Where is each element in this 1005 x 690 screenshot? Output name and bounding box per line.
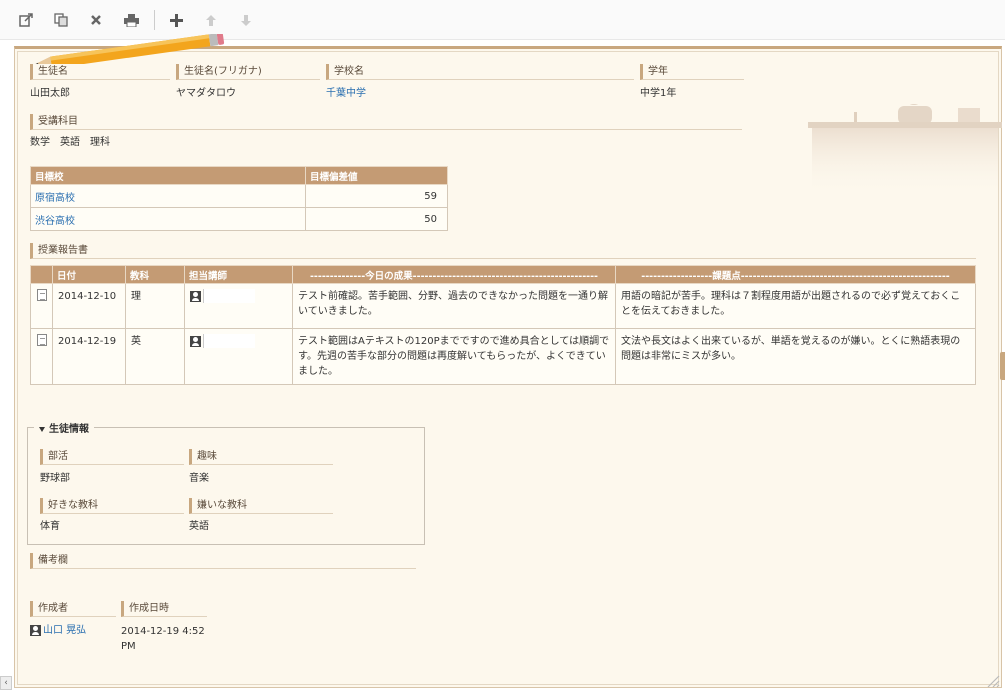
report-date: 2014-12-10 [52, 283, 126, 329]
col-date: 日付 [52, 265, 126, 284]
col-target-score: 目標偏差値 [305, 166, 448, 185]
user-icon [30, 624, 41, 636]
subjects-label: 受講科目 [30, 114, 742, 130]
print-icon[interactable] [121, 10, 141, 30]
col-teacher: 担当講師 [184, 265, 293, 284]
report-subject: 英 [125, 328, 185, 385]
teacher-name-redacted[interactable] [203, 289, 255, 303]
document-icon[interactable] [36, 289, 47, 301]
target-score: 50 [305, 207, 448, 231]
report-subject: 理 [125, 283, 185, 329]
created-at-value: 2014-12-19 4:52 PM [121, 624, 205, 654]
target-school-link[interactable]: 原宿高校 [35, 193, 75, 204]
col-target-school: 目標校 [30, 166, 306, 185]
side-panel-handle[interactable] [1000, 352, 1005, 380]
report-issue: 用語の暗記が苦手。理科は７割程度用語が出題されるので必ず覚えておくことを伝えてお… [615, 283, 976, 329]
col-issue: ------------------課題点-------------------… [615, 265, 976, 284]
remarks-label: 備考欄 [30, 553, 416, 569]
toolbar-separator [154, 10, 155, 30]
user-icon [190, 335, 201, 347]
pencil-icon [33, 34, 225, 64]
move-up-icon[interactable] [201, 10, 221, 30]
author-label: 作成者 [30, 601, 116, 617]
table-row: 2014-12-10 理 テスト前確認。苦手範囲、分野、過去のできなかった問題を… [30, 283, 976, 329]
favorite-subject-value: 体育 [40, 521, 60, 532]
report-issue: 文法や長文はよく出来ているが、単語を覚えるのが嫌い。とくに熟語表現の問題は非常に… [615, 328, 976, 385]
table-row: 原宿高校 59 [30, 184, 448, 208]
disliked-subject-label: 嫌いな教科 [189, 498, 333, 514]
author-link[interactable]: 山口 晃弘 [43, 625, 86, 636]
resize-grip-icon[interactable] [984, 672, 1000, 688]
report-result: テスト範囲はAテキストの120Pまでですので進め具合としては順調です。先週の苦手… [292, 328, 616, 385]
user-icon [190, 290, 201, 302]
favorite-subject-label: 好きな教科 [40, 498, 184, 514]
col-subject: 教科 [125, 265, 185, 284]
table-row: 渋谷高校 50 [30, 207, 448, 231]
teacher-name-redacted[interactable] [203, 334, 255, 348]
collapse-triangle-icon [39, 426, 45, 432]
school-name-label: 学校名 [326, 64, 634, 80]
disliked-subject-value: 英語 [189, 521, 209, 532]
created-at-label: 作成日時 [121, 601, 207, 617]
created-ampm: PM [121, 641, 136, 652]
hobby-label: 趣味 [189, 449, 333, 465]
col-icon [30, 265, 53, 284]
table-row: 2014-12-19 英 テスト範囲はAテキストの120Pまでですので進め具合と… [30, 328, 976, 385]
edit-icon[interactable] [16, 10, 36, 30]
student-info-legend: 生徒情報 [49, 424, 89, 435]
move-down-icon[interactable] [236, 10, 256, 30]
club-label: 部活 [40, 449, 184, 465]
subjects-value: 数学 英語 理科 [30, 137, 110, 148]
student-name-label: 生徒名 [30, 64, 170, 80]
col-result: --------------今日の成果---------------------… [292, 265, 616, 284]
copy-icon[interactable] [51, 10, 71, 30]
document-icon[interactable] [36, 334, 47, 346]
report-result: テスト前確認。苦手範囲、分野、過去のできなかった問題を一通り解いていきました。 [292, 283, 616, 329]
target-score: 59 [305, 184, 448, 208]
target-school-link[interactable]: 渋谷高校 [35, 216, 75, 227]
student-kana-value: ヤマダタロウ [176, 88, 236, 99]
lesson-report-table: 日付 教科 担当講師 --------------今日の成果----------… [30, 265, 976, 385]
report-date: 2014-12-19 [52, 328, 126, 385]
target-school-table: 目標校 目標偏差値 原宿高校 59 渋谷高校 50 [30, 166, 448, 231]
scroll-left-icon[interactable]: ‹ [0, 676, 12, 690]
club-value: 野球部 [40, 473, 70, 484]
student-info-group [27, 427, 425, 545]
created-date: 2014-12-19 4:52 [121, 626, 205, 637]
author: 山口 晃弘 [30, 624, 86, 638]
student-info-toggle[interactable]: 生徒情報 [34, 420, 94, 435]
report-teacher [184, 328, 293, 385]
grade-value: 中学1年 [640, 88, 677, 99]
report-teacher [184, 283, 293, 329]
add-icon[interactable] [166, 10, 186, 30]
delete-icon[interactable] [86, 10, 106, 30]
grade-label: 学年 [640, 64, 744, 80]
hobby-value: 音楽 [189, 473, 209, 484]
report-section-label: 授業報告書 [30, 243, 976, 259]
student-name-value: 山田太郎 [30, 88, 70, 99]
student-kana-label: 生徒名(フリガナ) [176, 64, 320, 80]
school-name-link[interactable]: 千葉中学 [326, 87, 366, 101]
teacher-desk-illustration [808, 104, 1002, 196]
